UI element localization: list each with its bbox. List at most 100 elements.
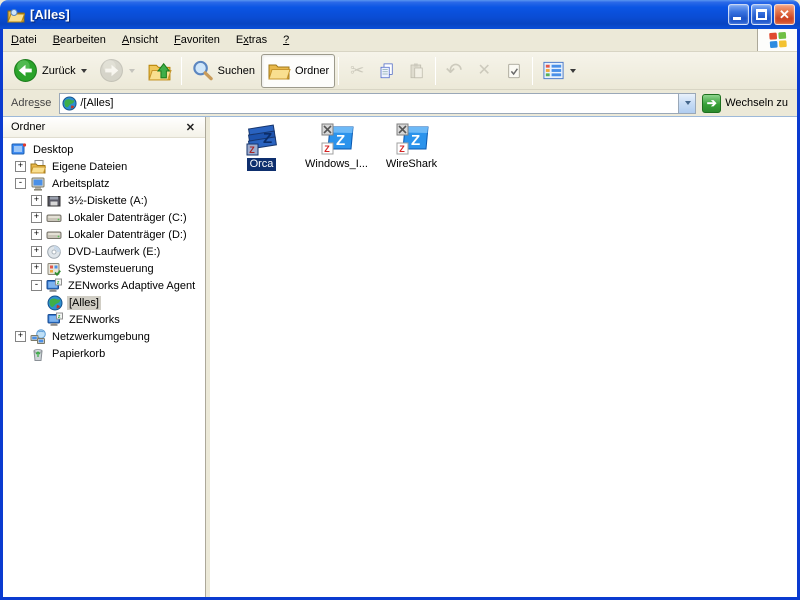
- folders-icon: [267, 59, 291, 83]
- svg-text:z: z: [57, 280, 60, 286]
- expand-icon[interactable]: +: [31, 246, 42, 257]
- properties-icon: [505, 60, 523, 82]
- folder-window-icon: [7, 6, 25, 24]
- forward-button[interactable]: [93, 54, 141, 88]
- file-label: Windows_I...: [302, 158, 371, 171]
- views-button[interactable]: [536, 54, 582, 88]
- menu-bearbeiten[interactable]: Bearbeiten: [45, 29, 114, 51]
- tree-item-desktop[interactable]: Desktop: [3, 141, 205, 158]
- address-input[interactable]: /[Alles]: [59, 93, 696, 114]
- address-label: Adresse: [8, 97, 54, 109]
- paste-icon: [408, 60, 426, 82]
- undo-button[interactable]: ↶: [439, 54, 469, 88]
- window-title: [Alles]: [30, 7, 728, 22]
- paste-button[interactable]: [402, 54, 432, 88]
- forward-icon: [99, 58, 124, 83]
- tree-item-arbeitsplatz[interactable]: - Arbeitsplatz: [3, 175, 205, 192]
- address-bar: Adresse /[Alles] ➔ Wechseln zu: [3, 90, 797, 117]
- folders-panel-title: Ordner: [11, 121, 184, 133]
- delete-icon: ✕: [477, 63, 490, 79]
- minimize-icon: [733, 17, 741, 20]
- expand-icon[interactable]: +: [31, 212, 42, 223]
- titlebar[interactable]: [Alles] ✕: [0, 0, 800, 29]
- folders-panel-close-icon[interactable]: ✕: [184, 121, 197, 134]
- tree-item-drive-d[interactable]: + Lokaler Datenträger (D:): [3, 226, 205, 243]
- collapse-icon[interactable]: -: [31, 280, 42, 291]
- hard-drive-icon: [46, 210, 62, 226]
- copy-button[interactable]: [372, 54, 402, 88]
- windows-logo-icon: [768, 30, 788, 50]
- tree-item-dvd-e[interactable]: + DVD-Laufwerk (E:): [3, 243, 205, 260]
- menu-datei[interactable]: Datei: [3, 29, 45, 51]
- files-panel[interactable]: Z Z Orca Z Z W: [210, 117, 797, 597]
- address-dropdown-caret-icon: [685, 101, 691, 105]
- tree-item-diskette-a[interactable]: + 3½-Diskette (A:): [3, 192, 205, 209]
- control-panel-icon: [46, 261, 62, 277]
- tree-item-papierkorb[interactable]: Papierkorb: [3, 345, 205, 362]
- windows-logo-box: [757, 29, 797, 51]
- go-button[interactable]: ➔ Wechseln zu: [701, 93, 792, 114]
- search-button[interactable]: Suchen: [185, 54, 261, 88]
- collapse-icon[interactable]: -: [15, 178, 26, 189]
- svg-text:Z: Z: [249, 145, 255, 155]
- search-label: Suchen: [218, 65, 255, 77]
- cut-icon: ✂: [350, 62, 364, 79]
- globe-icon: [47, 295, 63, 311]
- up-button[interactable]: [141, 54, 178, 88]
- tree-item-alles[interactable]: [Alles]: [3, 294, 205, 311]
- maximize-button[interactable]: [751, 4, 772, 25]
- address-dropdown-button[interactable]: [678, 94, 695, 113]
- tree-item-systemsteuerung[interactable]: + Systemsteuerung: [3, 260, 205, 277]
- floppy-drive-icon: [46, 193, 62, 209]
- views-dropdown-caret-icon[interactable]: [570, 69, 576, 73]
- toolbar-separator: [532, 57, 533, 85]
- file-item-windows-i[interactable]: Z Z Windows_I...: [299, 122, 374, 171]
- delete-button[interactable]: ✕: [469, 54, 499, 88]
- tree-item-zenworks-adaptive-agent[interactable]: - z ZENworks Adaptive Agent: [3, 277, 205, 294]
- back-dropdown-caret-icon[interactable]: [81, 69, 87, 73]
- minimize-button[interactable]: [728, 4, 749, 25]
- back-button[interactable]: Zurück: [7, 54, 93, 88]
- close-button[interactable]: ✕: [774, 4, 795, 25]
- svg-text:Z: Z: [411, 132, 420, 149]
- dvd-drive-icon: [46, 244, 62, 260]
- tree-item-eigene-dateien[interactable]: + Eigene Dateien: [3, 158, 205, 175]
- tree-item-drive-c[interactable]: + Lokaler Datenträger (C:): [3, 209, 205, 226]
- expand-icon[interactable]: +: [31, 229, 42, 240]
- tree-item-zenworks[interactable]: z ZENworks: [3, 311, 205, 328]
- expand-icon[interactable]: +: [31, 195, 42, 206]
- menu-help[interactable]: ?: [275, 29, 297, 51]
- menu-favoriten[interactable]: Favoriten: [166, 29, 228, 51]
- file-item-orca[interactable]: Z Z Orca: [224, 122, 299, 171]
- go-label: Wechseln zu: [725, 97, 788, 109]
- cut-button[interactable]: ✂: [342, 54, 372, 88]
- forward-dropdown-caret-icon[interactable]: [129, 69, 135, 73]
- folders-label: Ordner: [295, 65, 329, 77]
- toolbar-separator: [435, 57, 436, 85]
- menu-extras[interactable]: Extras: [228, 29, 275, 51]
- folders-panel-header: Ordner ✕: [3, 117, 205, 138]
- maximize-icon: [756, 9, 767, 20]
- properties-button[interactable]: [499, 54, 529, 88]
- svg-text:Z: Z: [324, 144, 330, 154]
- expand-icon[interactable]: +: [31, 263, 42, 274]
- expand-icon[interactable]: +: [15, 331, 26, 342]
- svg-text:z: z: [58, 314, 61, 320]
- my-documents-icon: [30, 159, 46, 175]
- copy-icon: [378, 60, 396, 82]
- expand-icon[interactable]: +: [15, 161, 26, 172]
- zenworks-bundle-unavailable-icon: Z Z: [394, 122, 430, 156]
- hard-drive-icon: [46, 227, 62, 243]
- tree-item-netzwerkumgebung[interactable]: + Netzwerkumgebung: [3, 328, 205, 345]
- address-value[interactable]: /[Alles]: [77, 97, 678, 109]
- desktop-icon: [11, 142, 27, 158]
- file-item-wireshark[interactable]: Z Z WireShark: [374, 122, 449, 171]
- menu-ansicht[interactable]: Ansicht: [114, 29, 166, 51]
- network-icon: [30, 329, 46, 345]
- folders-button[interactable]: Ordner: [261, 54, 335, 88]
- zenworks-bundle-selected-icon: Z Z: [244, 122, 280, 156]
- address-globe-icon: [62, 96, 77, 111]
- close-icon: ✕: [775, 6, 794, 24]
- svg-text:Z: Z: [399, 144, 405, 154]
- folder-tree: Desktop + Eigene Dateien -: [3, 138, 205, 597]
